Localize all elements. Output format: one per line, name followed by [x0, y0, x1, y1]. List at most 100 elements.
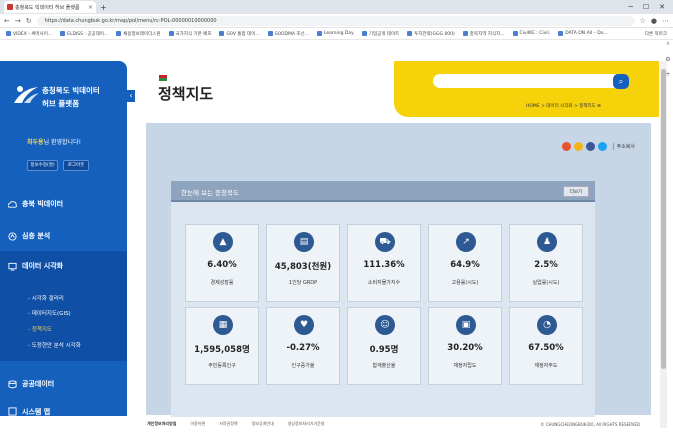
bookmark-item[interactable]: 충북지역 지식지...: [462, 31, 505, 37]
bookmark-icon: [462, 31, 468, 36]
more-button[interactable]: 더보기: [563, 186, 589, 197]
indicator-card[interactable]: ▣ 30.20% 재정자립도: [428, 307, 502, 385]
window-controls: ─ ☐ ✕: [629, 3, 673, 11]
indicator-value: 6.40%: [207, 260, 237, 270]
url-input[interactable]: https://data.chungbuk.go.kr/map/pol/menu…: [36, 15, 635, 26]
sidebar-item-system-map[interactable]: 시스템 맵: [8, 407, 50, 416]
indicator-value: 111.36%: [363, 260, 405, 270]
other-bookmarks[interactable]: 다른 북마크: [645, 31, 673, 37]
indicator-card[interactable]: ▦ 1,595,058명 주민등록인구: [185, 307, 259, 385]
maximize-icon[interactable]: ☐: [643, 3, 649, 11]
indicator-card[interactable]: ♥ -0.27% 인구증가율: [266, 307, 340, 385]
bookmark-label: CivilKE : Civil.: [519, 31, 551, 36]
footer-link[interactable]: 정보공개안내: [252, 421, 274, 427]
submenu-gis-map[interactable]: - 데이터지도(GIS): [28, 309, 71, 317]
indicator-card[interactable]: ♟ 2.5% 실업률(시도): [509, 224, 583, 302]
page-title: 정책지도: [158, 85, 214, 103]
share-blog-icon[interactable]: [561, 142, 571, 151]
bookmark-label: 채용정보레이더스원: [123, 31, 161, 37]
bookmark-item[interactable]: DATA ON All – Do...: [558, 31, 608, 36]
footer-link[interactable]: 개인정보처리방침: [147, 421, 176, 427]
side-tools-icon[interactable]: ⚙: [665, 56, 670, 63]
indicator-card[interactable]: ⛟ 111.36% 소비자물가지수: [347, 224, 421, 302]
new-tab-icon[interactable]: +: [100, 3, 107, 12]
bookmark-item[interactable]: G0V 통합 데이...: [219, 31, 260, 37]
bookmark-label: ELDISS : 공공데이...: [67, 31, 109, 37]
bookmark-label: Learning Day: [323, 31, 354, 36]
bookmark-label: VIDEX - 써머사이...: [13, 31, 53, 37]
star-icon[interactable]: ☆: [640, 17, 646, 25]
browser-side-tools: ⌕ ⚙ +: [663, 40, 673, 78]
indicator-label: 재정자주도: [534, 363, 558, 369]
bookmark-icon: [6, 31, 11, 36]
footer-link[interactable]: 이용약관: [190, 421, 205, 427]
indicator-card[interactable]: ↗ 64.9% 고용률(시도): [428, 224, 502, 302]
bookmark-item[interactable]: 채용정보레이더스원: [116, 31, 161, 37]
indicator-card[interactable]: ▤ 45,803(천원) 1인당 GRDP: [266, 224, 340, 302]
close-window-icon[interactable]: ✕: [659, 3, 665, 11]
bookmark-icon: [361, 31, 367, 36]
logo-text-line2: 허브 플랫폼: [42, 99, 80, 108]
indicator-card[interactable]: ▲ 6.40% 경제성장률: [185, 224, 259, 302]
submenu-issue-analysis[interactable]: - 도정현안 분석 시각화: [28, 341, 81, 349]
bookmark-icon: [168, 31, 174, 36]
indicator-card[interactable]: ◔ 67.50% 재정자주도: [509, 307, 583, 385]
sidebar-item-data-visualization[interactable]: 데이터 시각화: [8, 261, 63, 271]
indicator-card[interactable]: ☺ 0.95명 합계출산율: [347, 307, 421, 385]
address-bar-row: ← → ↻ https://data.chungbuk.go.kr/map/po…: [0, 14, 673, 28]
share-kakao-icon[interactable]: [573, 142, 583, 151]
reload-icon[interactable]: ↻: [26, 17, 32, 25]
footer-link[interactable]: 영상정보처리기기운영: [288, 421, 325, 427]
bookmark-item[interactable]: CivilKE : Civil.: [512, 31, 551, 36]
share-twitter-icon[interactable]: [597, 142, 607, 151]
side-search-icon[interactable]: ⌕: [666, 40, 669, 48]
page-scrollbar[interactable]: [660, 61, 667, 428]
footer-copyright: © CHUNGCHEONGBUK-DO, All RIGHTS RESERVED: [540, 421, 640, 427]
side-add-icon[interactable]: +: [665, 71, 670, 78]
logout-button[interactable]: 로그아웃: [63, 160, 89, 171]
share-facebook-icon[interactable]: [585, 142, 595, 151]
submenu-policy-map[interactable]: - 정책지도: [28, 325, 52, 333]
menu-dots-icon[interactable]: ⋯: [662, 17, 669, 25]
indicator-value: 64.9%: [450, 260, 480, 270]
scrollbar-thumb[interactable]: [661, 69, 666, 369]
indicator-label: 고용률(시도): [451, 280, 479, 286]
back-icon[interactable]: ←: [4, 17, 10, 25]
site-favicon-icon: [7, 4, 13, 10]
tab-title: 충청북도 빅데이터 허브 플랫폼: [15, 4, 80, 11]
sidebar-collapse-icon[interactable]: ‹: [127, 90, 135, 102]
search-button[interactable]: ⌕: [613, 74, 629, 89]
bookmark-item[interactable]: G0ODMA 조선...: [267, 31, 309, 37]
submenu-gallery[interactable]: - 시각화 갤러리: [28, 294, 64, 302]
bookmark-item[interactable]: 기업공개 데이트: [361, 31, 399, 37]
bookmark-item[interactable]: Learning Day: [316, 31, 354, 36]
sidebar-item-chungbuk-bigdata[interactable]: 충북 빅데이터: [8, 199, 63, 209]
bookmark-item[interactable]: 국가지식 기본 배포: [168, 31, 212, 37]
edit-info-button[interactable]: 정보수정(명): [27, 160, 58, 171]
browser-tab[interactable]: 충청북도 빅데이터 허브 플랫폼 ×: [4, 1, 96, 13]
profile-icon[interactable]: ●: [651, 17, 657, 25]
sidebar: 충청북도 빅데이터 허브 플랫폼 최두용님 환영합니다! 정보수정(명) 로그아…: [0, 61, 127, 416]
bookmarks-bar: VIDEX - 써머사이... ELDISS : 공공데이... 채용정보레이더스원…: [0, 28, 673, 40]
monitor-icon: [8, 262, 17, 271]
bookmark-label: DATA ON All – Do...: [565, 31, 608, 36]
sidebar-item-deep-analysis[interactable]: 심층 분석: [8, 231, 50, 241]
bookmark-item[interactable]: 투자전략(GGG 000): [407, 31, 455, 37]
forward-icon[interactable]: →: [15, 17, 21, 25]
close-tab-icon[interactable]: ×: [88, 4, 93, 11]
sidebar-item-public-data[interactable]: 공공데이터: [8, 379, 54, 389]
bookmark-item[interactable]: VIDEX - 써머사이...: [6, 31, 52, 37]
finance-pie-icon: ◔: [537, 315, 557, 335]
search-input[interactable]: [433, 74, 621, 88]
person-icon: ♟: [537, 232, 557, 252]
bookmark-label: 국가지식 기본 배포: [175, 31, 212, 37]
minimize-icon[interactable]: ─: [629, 3, 633, 11]
footer-link[interactable]: 저작권정책: [219, 421, 237, 427]
sidebar-item-label: 충북 빅데이터: [22, 200, 64, 208]
copy-url-button[interactable]: 주소복사: [612, 143, 635, 150]
breadcrumb: HOME > 데이터 시각화 > 정책지도 ⊕: [526, 104, 601, 109]
bookmark-icon: [316, 31, 322, 36]
bookmark-icon: [267, 31, 273, 36]
logo-text-line1: 충청북도 빅데이터: [42, 86, 100, 95]
bookmark-item[interactable]: ELDISS : 공공데이...: [60, 31, 108, 37]
